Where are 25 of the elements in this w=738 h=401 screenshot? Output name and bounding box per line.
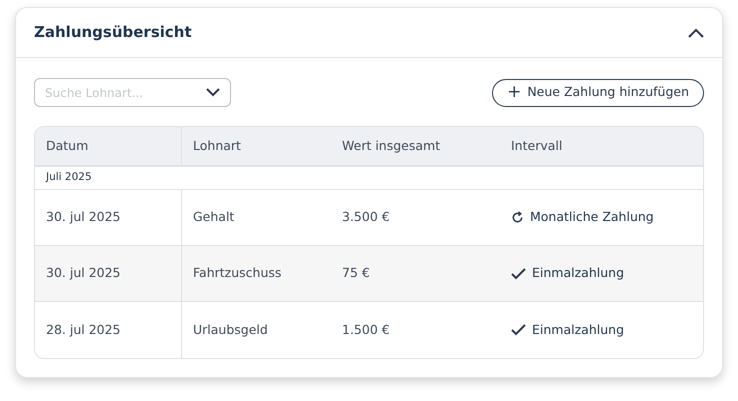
search-dropdown[interactable]: Suche Lohnart... [34, 78, 231, 107]
table-cell-text: 30. jul 2025 [46, 264, 121, 282]
table-cell-text: Einmalzahlung [532, 320, 624, 339]
check-icon [511, 324, 526, 336]
column-header: Intervall [511, 136, 562, 155]
table-cell-text: 75 € [342, 264, 370, 282]
table-cell-text: Gehalt [193, 208, 234, 226]
column-header: Lohnart [193, 136, 241, 155]
check-icon [511, 268, 526, 280]
panel-title: Zahlungsübersicht [34, 22, 192, 44]
table-cell-text: 3.500 € [342, 208, 390, 226]
collapse-chevron-icon[interactable] [688, 28, 704, 38]
add-payment-button[interactable]: + Neue Zahlung hinzufügen [492, 78, 704, 106]
refresh-icon [511, 211, 524, 224]
table-cell-text: Fahrtzuschuss [193, 264, 282, 282]
column-header: Wert insgesamt [342, 136, 440, 155]
table-cell-text: 1.500 € [342, 320, 390, 339]
table-cell-text: Einmalzahlung [532, 264, 624, 282]
table-cell-text: 28. jul 2025 [46, 320, 121, 339]
table-cell-text: Monatliche Zahlung [530, 208, 654, 226]
caret-icon [206, 88, 220, 97]
column-header: Datum [46, 136, 88, 155]
table-cell-text: Urlaubsgeld [193, 320, 268, 339]
table-cell-text: 30. jul 2025 [46, 208, 121, 226]
group-label: Juli 2025 [46, 170, 92, 186]
